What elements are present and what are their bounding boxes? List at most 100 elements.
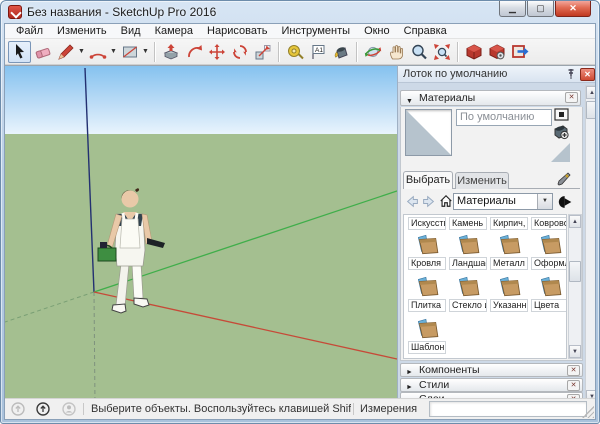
material-name-field[interactable]: По умолчанию [456,109,552,126]
arcs-tool-button[interactable] [86,41,109,63]
offset-tool-button[interactable] [182,41,205,63]
zoom-extents-button[interactable] [430,41,453,63]
titlebar[interactable]: Без названия - SketchUp Pro 2016 ▁ ▢ ✕ [1,1,599,23]
menu-draw[interactable]: Нарисовать [200,24,274,38]
menu-window[interactable]: Окно [357,24,397,38]
model-viewport[interactable] [5,65,397,403]
geolocation-status-icon[interactable] [11,402,25,416]
paint-bucket-tool-button[interactable] [329,41,352,63]
dropdown-arrow-icon[interactable]: ▼ [537,194,552,209]
push-pull-tool-button[interactable] [159,41,182,63]
3d-warehouse-button[interactable] [462,41,485,63]
menu-edit[interactable]: Изменить [50,24,114,38]
eraser-tool-button[interactable] [31,41,54,63]
credit-status-icon[interactable] [36,402,50,416]
status-separator [353,403,354,415]
category-artificial[interactable]: Искусств [408,217,446,230]
components-close-button[interactable]: ✕ [567,365,580,376]
scroll-down-icon[interactable]: ▼ [569,345,581,358]
materials-close-button[interactable]: ✕ [565,92,578,103]
main-area: Лоток по умолчанию ✕ ▼ Материалы ✕ По ум… [5,65,595,406]
category-landscaping[interactable]: Ландшаф [449,233,487,270]
category-stone[interactable]: Камень [449,217,487,230]
category-colors[interactable]: Цвета [531,275,566,312]
materials-section-header[interactable]: ▼ Материалы ✕ [400,90,581,106]
arcs-tool-dropdown[interactable]: ▼ [109,41,118,63]
scroll-up-icon[interactable]: ▲ [569,215,581,228]
select-tool-button[interactable] [8,40,31,63]
category-tile[interactable]: Плитка [408,275,446,312]
toolbar-separator [278,41,279,62]
category-metal[interactable]: Металл [490,233,528,270]
home-icon[interactable] [439,194,453,208]
menu-file[interactable]: Файл [9,24,50,38]
send-to-layout-button[interactable] [508,41,531,63]
line-tool-button[interactable] [54,41,77,63]
pan-hand-icon [389,44,403,59]
tape-measure-tool-button[interactable] [283,41,306,63]
line-tool-dropdown[interactable]: ▼ [77,41,86,63]
menu-view[interactable]: Вид [114,24,148,38]
tray-scrollbar[interactable]: ▲ ▼ [585,85,595,404]
categories-scrollbar[interactable]: ▲ ▼ [568,214,582,359]
category-patterns[interactable]: Шаблоны [408,317,446,354]
collection-dropdown[interactable]: Материалы ▼ [453,193,553,210]
category-brick[interactable]: Кирпич, [490,217,528,230]
category-trim[interactable]: Оформле [531,233,566,270]
extension-warehouse-icon [489,43,504,59]
folder-icon [458,234,480,255]
shapes-tool-dropdown[interactable]: ▼ [141,41,150,63]
maximize-button[interactable]: ▢ [527,1,554,17]
sketchup-app-icon [8,5,22,19]
folder-icon [417,234,439,255]
toolbar-separator [457,41,458,62]
scrollbar-thumb[interactable] [569,261,581,282]
category-named-colors[interactable]: Указанн [490,275,528,312]
orbit-tool-button[interactable] [361,41,384,63]
forward-arrow-icon[interactable] [422,195,435,208]
tab-select[interactable]: Выбрать [403,171,453,189]
menu-help[interactable]: Справка [397,24,454,38]
tray-title[interactable]: Лоток по умолчанию ✕ [398,66,595,83]
menu-tools[interactable]: Инструменты [274,24,357,38]
text-tool-button[interactable]: A1 [306,41,329,63]
pin-icon[interactable] [565,68,577,80]
styles-close-button[interactable]: ✕ [567,380,580,391]
create-material-icon[interactable] [552,123,570,140]
shapes-tool-button[interactable] [118,41,141,63]
zoom-tool-button[interactable] [407,41,430,63]
tray-close-button[interactable]: ✕ [580,68,595,81]
secondary-pane-icon[interactable] [554,108,569,121]
menu-camera[interactable]: Камера [148,24,200,38]
styles-section-header[interactable]: ► Стили ✕ [400,378,583,392]
category-glass[interactable]: Стекло и [449,275,487,312]
push-pull-icon [163,43,178,59]
components-section-header[interactable]: ► Компоненты ✕ [400,363,583,377]
close-button[interactable]: ✕ [555,1,591,17]
secondary-material-preview [551,143,570,162]
pencil-icon [57,43,74,60]
minimize-button[interactable]: ▁ [499,1,526,17]
scroll-up-icon[interactable]: ▲ [586,86,595,99]
signin-status-icon[interactable] [62,402,76,416]
rotate-tool-button[interactable] [228,41,251,63]
tab-edit[interactable]: Изменить [455,172,509,189]
category-roofing[interactable]: Кровля [408,233,446,270]
getting-started-toolbar: ▼ ▼ ▼ A1 [5,39,595,65]
pan-tool-button[interactable] [384,41,407,63]
category-carpet[interactable]: Коврово [531,217,566,230]
orbit-icon [364,46,381,57]
eyedropper-icon[interactable] [555,172,571,188]
svg-text:A1: A1 [315,47,323,54]
resize-grip[interactable] [582,406,594,418]
move-tool-button[interactable] [205,41,228,63]
drawing-axes [5,67,397,403]
eraser-icon [35,47,50,58]
in-model-icon[interactable] [558,194,573,210]
measurements-input[interactable] [429,401,587,417]
scrollbar-thumb[interactable] [586,101,595,119]
extension-warehouse-button[interactable] [485,41,508,63]
scale-tool-button[interactable] [251,41,274,63]
menu-bar: Файл Изменить Вид Камера Нарисовать Инст… [5,24,595,39]
back-arrow-icon[interactable] [406,195,419,208]
